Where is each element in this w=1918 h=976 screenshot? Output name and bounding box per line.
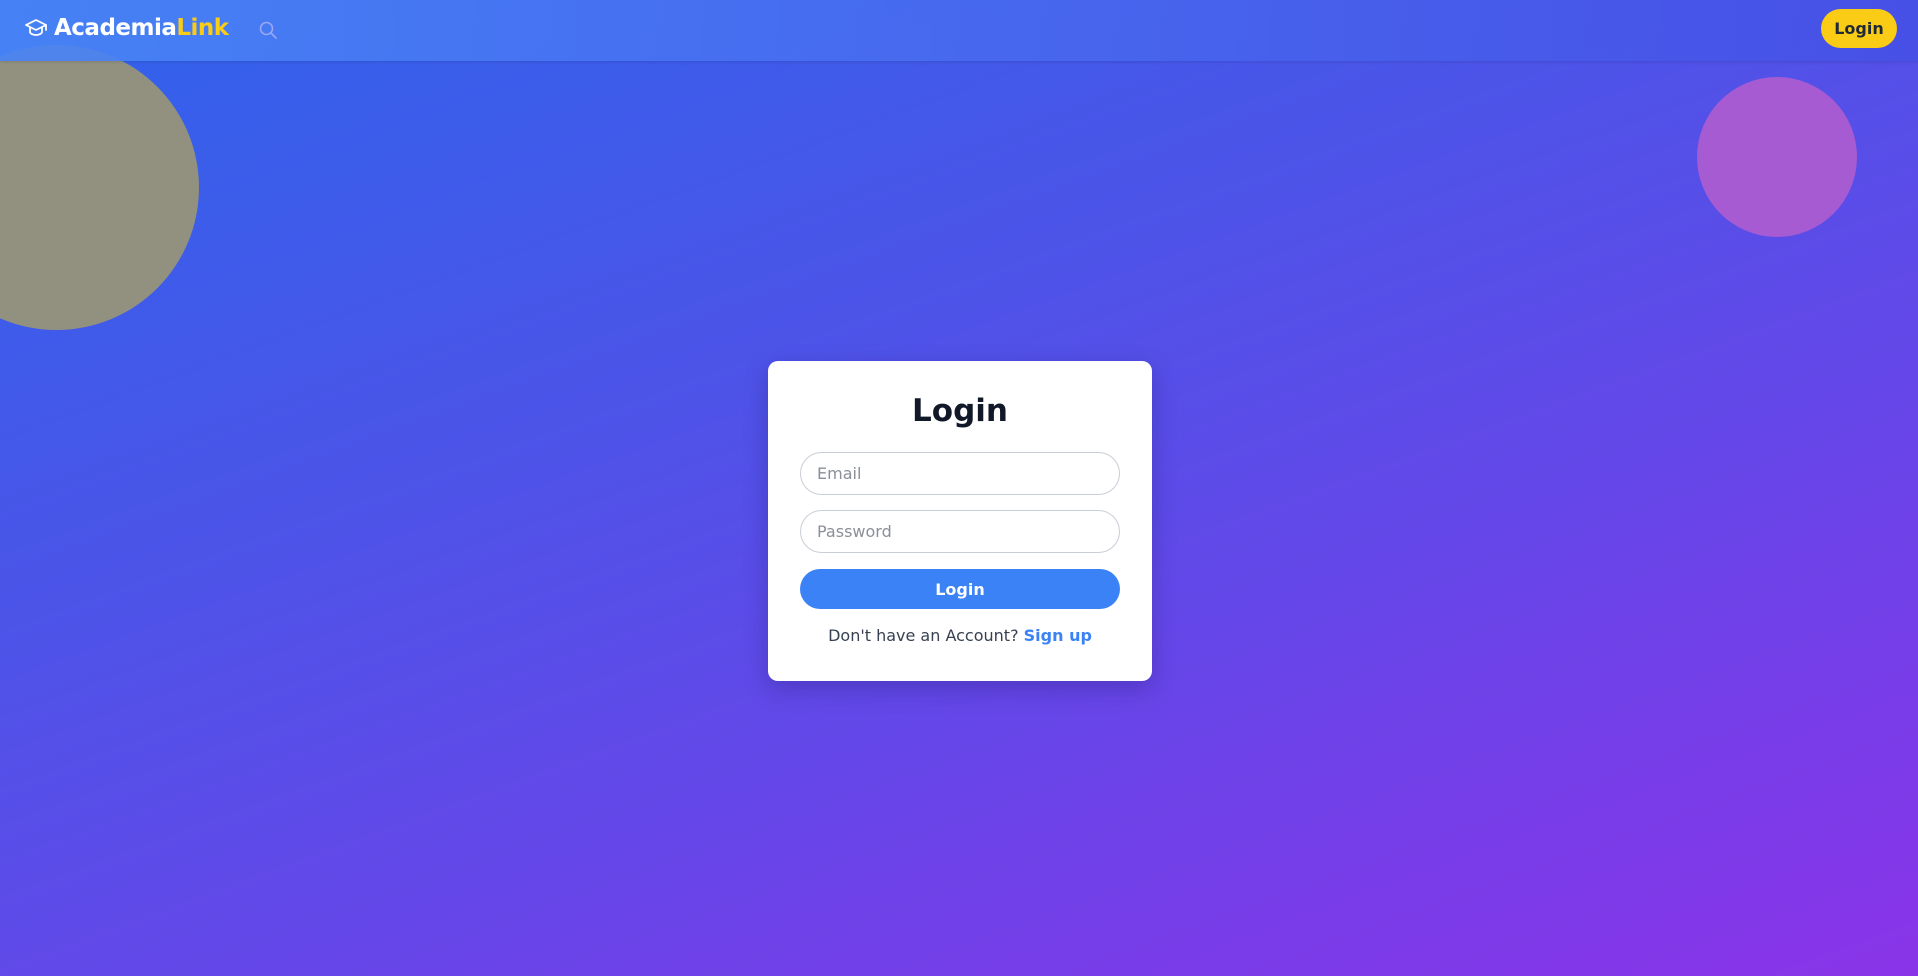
graduation-cap-icon (24, 16, 48, 40)
nav-login-button[interactable]: Login (1821, 9, 1897, 48)
brand-logo[interactable]: AcademiaLink (24, 14, 229, 42)
login-card: Login Login Don't have an Account? Sign … (768, 361, 1152, 681)
signup-row: Don't have an Account? Sign up (768, 625, 1152, 647)
decorative-circle-left (0, 45, 199, 330)
brand-name: AcademiaLink (54, 14, 229, 42)
email-field[interactable] (800, 452, 1120, 495)
login-submit-button[interactable]: Login (800, 569, 1120, 609)
brand-name-part1: Academia (54, 15, 177, 41)
signup-prompt: Don't have an Account? (828, 626, 1024, 645)
signup-link[interactable]: Sign up (1024, 626, 1092, 645)
search-icon[interactable] (258, 20, 278, 40)
login-title: Login (912, 393, 1008, 429)
navbar: AcademiaLink Login (0, 0, 1918, 61)
brand-name-part2: Link (176, 15, 229, 41)
decorative-circle-right (1697, 77, 1857, 237)
password-field[interactable] (800, 510, 1120, 553)
